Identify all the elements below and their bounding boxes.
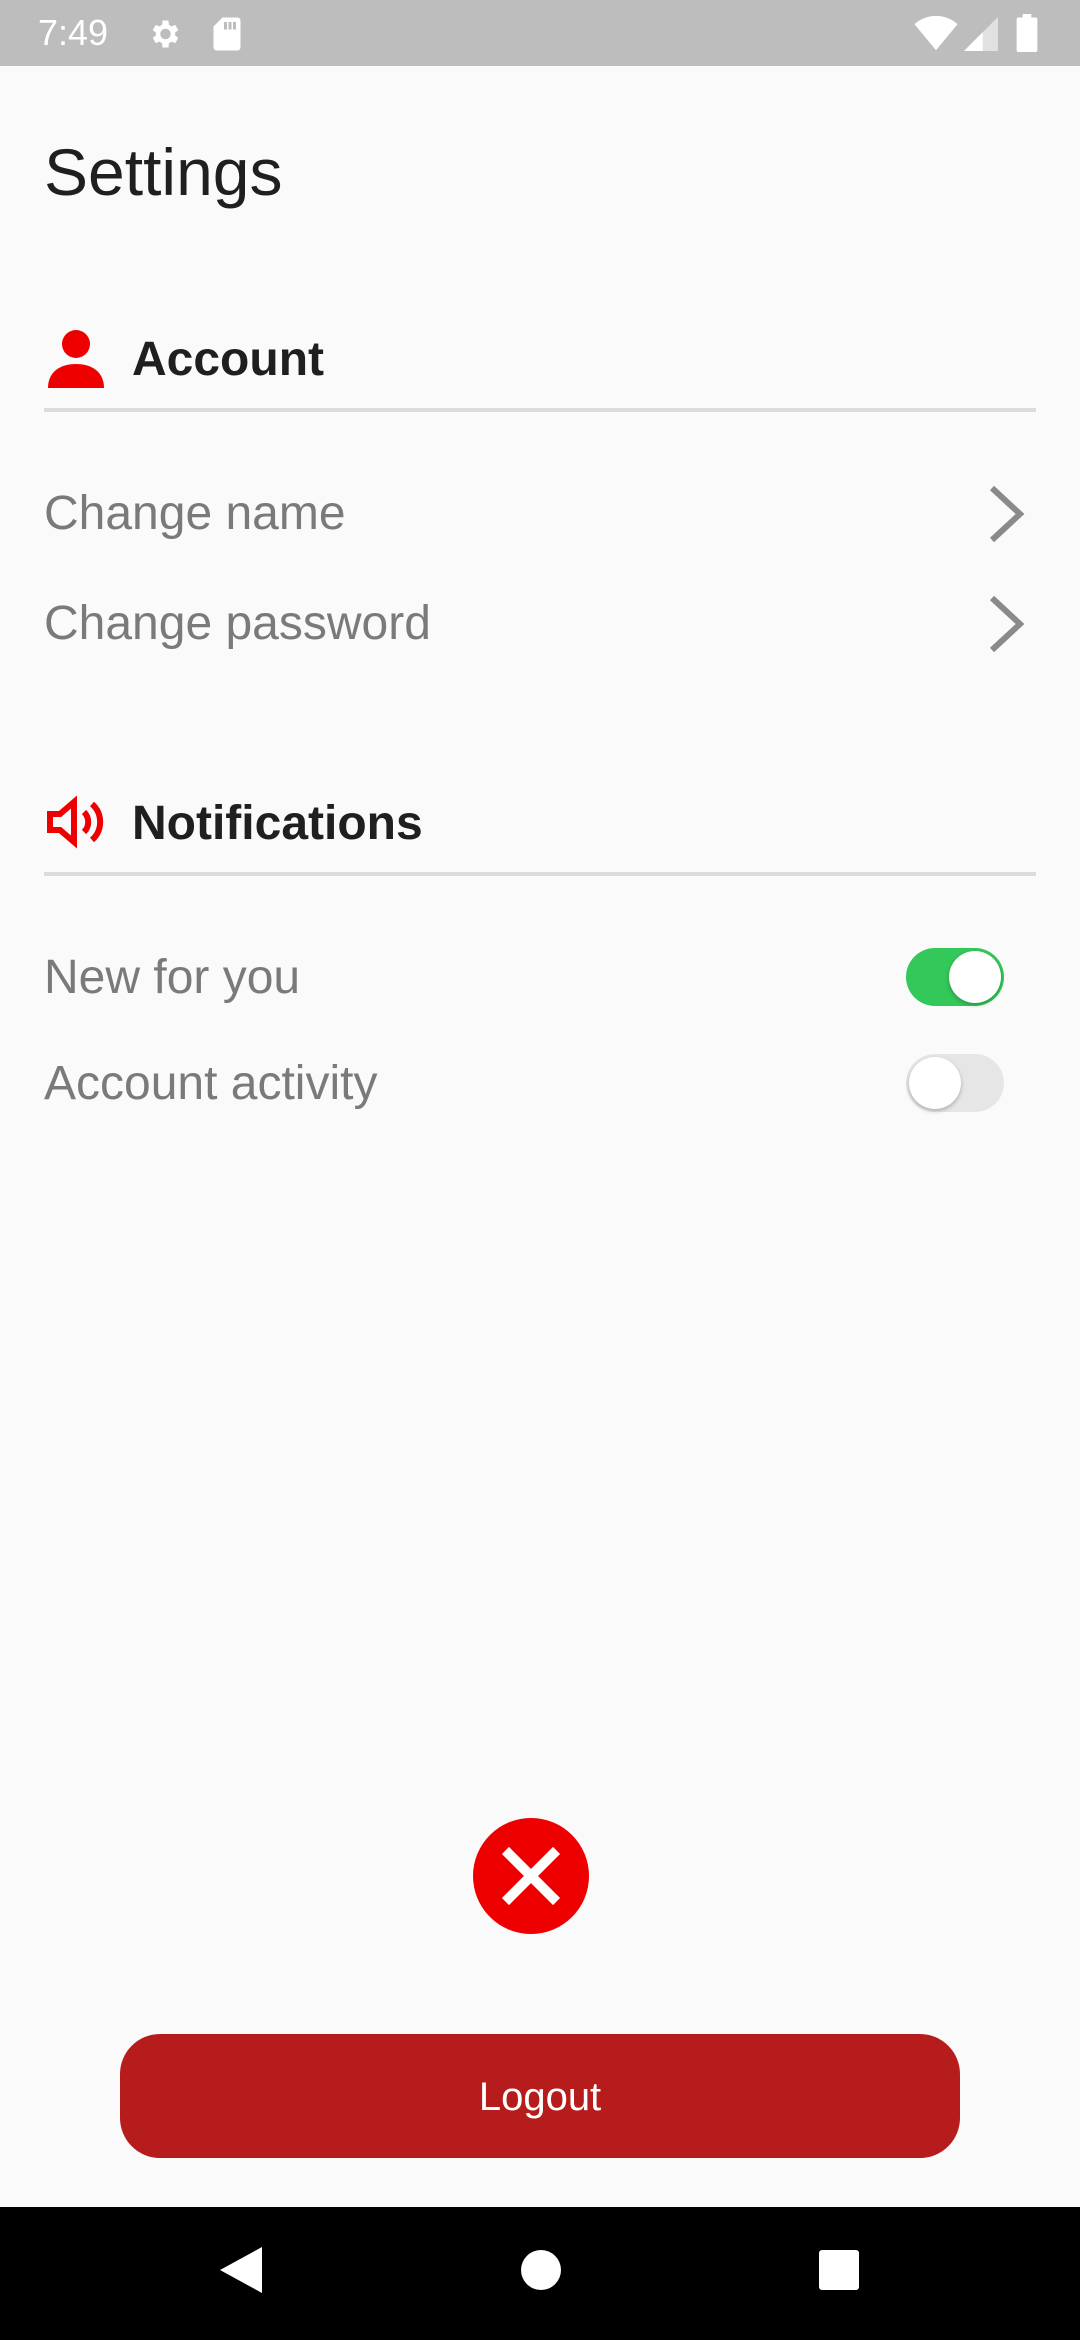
status-bar: 7:49: [0, 0, 1080, 66]
status-time: 7:49: [38, 12, 109, 53]
change-password-row[interactable]: Change password: [44, 584, 1036, 664]
chevron-right-icon: [989, 485, 1025, 543]
toggle-knob: [909, 1057, 961, 1109]
gear-icon: [152, 20, 179, 48]
battery-icon: [1016, 14, 1038, 52]
account-activity-row: Account activity: [44, 1044, 1036, 1124]
change-password-label: Change password: [44, 597, 431, 650]
notifications-divider: [44, 872, 1036, 876]
close-icon: [501, 1846, 561, 1906]
home-icon[interactable]: [518, 2245, 564, 2295]
new-for-you-row: New for you: [44, 938, 1036, 1018]
notifications-section-header: Notifications: [44, 782, 1036, 862]
account-activity-toggle[interactable]: [906, 1054, 1004, 1112]
page-title: Settings: [44, 135, 283, 209]
toggle-knob: [949, 951, 1001, 1003]
logout-button[interactable]: Logout: [120, 2034, 960, 2158]
notifications-section-title: Notifications: [132, 797, 423, 850]
wifi-icon: [914, 16, 958, 51]
person-icon: [48, 330, 104, 388]
signal-icon: [964, 17, 998, 51]
close-button[interactable]: [473, 1818, 589, 1934]
change-name-row[interactable]: Change name: [44, 474, 1036, 554]
recents-icon[interactable]: [816, 2245, 862, 2295]
account-activity-label: Account activity: [44, 1057, 378, 1110]
account-section-header: Account: [44, 318, 1036, 398]
account-divider: [44, 408, 1036, 412]
back-icon[interactable]: [218, 2245, 264, 2295]
change-name-label: Change name: [44, 487, 346, 540]
speaker-icon: [47, 795, 104, 849]
navigation-bar: [0, 2207, 1080, 2340]
account-section-title: Account: [132, 333, 324, 386]
chevron-right-icon: [989, 595, 1025, 653]
sd-card-icon: [213, 17, 241, 51]
new-for-you-label: New for you: [44, 951, 301, 1004]
new-for-you-toggle[interactable]: [906, 948, 1004, 1006]
